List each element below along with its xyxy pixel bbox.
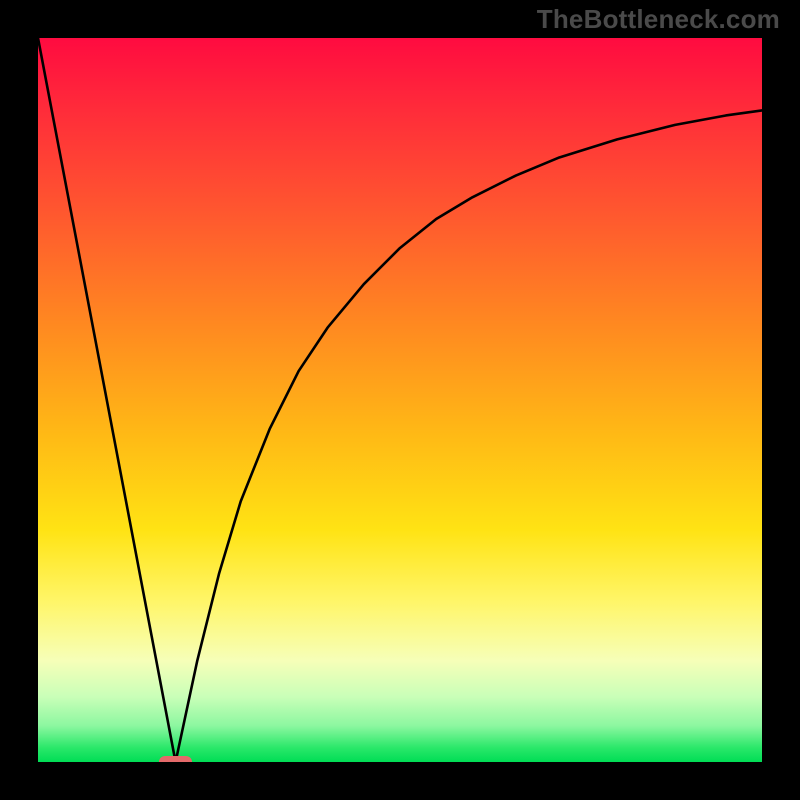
watermark-text: TheBottleneck.com xyxy=(537,4,780,35)
chart-frame: TheBottleneck.com xyxy=(0,0,800,800)
bottleneck-curve xyxy=(38,38,762,762)
plot-area xyxy=(38,38,762,762)
optimum-marker xyxy=(159,756,192,762)
curve-path xyxy=(38,38,762,762)
